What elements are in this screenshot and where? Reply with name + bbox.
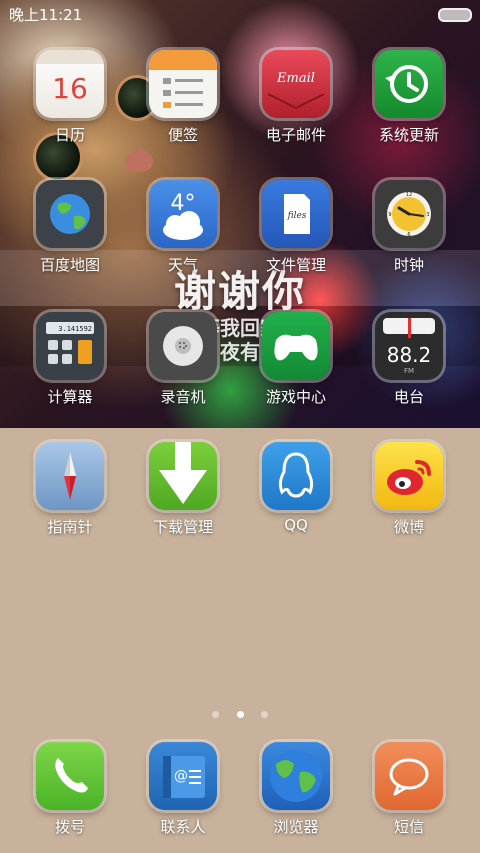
svg-text:6: 6 [407, 232, 410, 238]
weather-icon: 4° [149, 180, 217, 248]
page-dot-2[interactable] [236, 711, 244, 718]
app-game-center[interactable]: 游戏中心 [241, 312, 351, 407]
app-label: 下载管理 [152, 518, 213, 536]
app-label: QQ [284, 516, 308, 534]
contacts-icon: @ [149, 742, 217, 810]
app-label: 指南针 [47, 518, 93, 536]
dock-browser[interactable]: 浏览器 [241, 742, 351, 837]
app-label: 拨号 [54, 818, 85, 836]
app-label: 游戏中心 [265, 388, 326, 406]
calculator-icon: 3.141592 [36, 312, 104, 380]
radio-band: FM [404, 367, 414, 375]
cat-nose [125, 150, 153, 172]
calculator-display: 3.141592 [58, 325, 92, 333]
app-label: 浏览器 [273, 818, 319, 836]
download-icon [149, 442, 217, 510]
app-calendar[interactable]: 16 日历 [15, 50, 125, 145]
app-baidu-map[interactable]: 百度地图 [15, 180, 125, 275]
svg-text:9: 9 [388, 212, 391, 218]
app-label: 短信 [393, 818, 424, 836]
globe-icon [36, 180, 104, 248]
app-label: 时钟 [393, 256, 424, 274]
app-label: 录音机 [160, 388, 206, 406]
status-time: 晚上11:21 [9, 6, 83, 24]
dock-contacts[interactable]: @ 联系人 [128, 742, 238, 837]
files-logo-text: files [287, 211, 307, 221]
email-icon: Email [262, 50, 330, 118]
calendar-icon: 16 [36, 50, 104, 118]
app-recorder[interactable]: 录音机 [128, 312, 238, 407]
app-system-update[interactable]: 系统更新 [354, 50, 464, 145]
svg-text:3: 3 [426, 212, 429, 218]
app-label: 百度地图 [39, 256, 100, 274]
app-weibo[interactable]: 微博 [354, 442, 464, 537]
files-icon: files [262, 180, 330, 248]
app-label: 微博 [393, 518, 424, 536]
app-notes[interactable]: 便签 [128, 50, 238, 145]
app-label: 天气 [167, 256, 198, 274]
svg-text:@: @ [174, 768, 188, 784]
qq-penguin-icon [262, 442, 330, 510]
phone-icon [36, 742, 104, 810]
page-dot-1[interactable] [212, 711, 220, 718]
app-compass[interactable]: 指南针 [15, 442, 125, 537]
app-clock[interactable]: 12 3 6 9 时钟 [354, 180, 464, 275]
page-dot-3[interactable] [260, 711, 268, 718]
app-label: 系统更新 [378, 126, 439, 144]
app-label: 日历 [54, 126, 85, 144]
message-bubble-icon [375, 742, 443, 810]
notes-icon [149, 50, 217, 118]
weibo-icon [375, 442, 443, 510]
clock-icon: 12 3 6 9 [375, 180, 443, 248]
app-weather[interactable]: 4° 天气 [128, 180, 238, 275]
update-icon [375, 50, 443, 118]
dock-messages[interactable]: 短信 [354, 742, 464, 837]
svg-text:12: 12 [406, 192, 412, 198]
app-radio[interactable]: 88.2 FM 电台 [354, 312, 464, 407]
email-logo-text: Email [276, 71, 315, 86]
microphone-icon [149, 312, 217, 380]
calendar-date: 16 [52, 72, 88, 105]
app-label: 联系人 [160, 818, 206, 836]
app-qq[interactable]: QQ [241, 442, 351, 534]
page-indicator[interactable] [0, 703, 480, 722]
battery-icon [438, 8, 472, 22]
compass-icon [36, 442, 104, 510]
app-label: 电子邮件 [265, 126, 326, 144]
dock-phone[interactable]: 拨号 [15, 742, 125, 837]
app-label: 计算器 [47, 388, 93, 406]
gamepad-icon [262, 312, 330, 380]
app-calculator[interactable]: 3.141592 计算器 [15, 312, 125, 407]
radio-frequency: 88.2 [387, 343, 432, 367]
app-label: 便签 [167, 126, 198, 144]
app-email[interactable]: Email 电子邮件 [241, 50, 351, 145]
browser-globe-icon [262, 742, 330, 810]
app-label: 文件管理 [265, 256, 326, 274]
radio-icon: 88.2 FM [375, 312, 443, 380]
app-download-manager[interactable]: 下载管理 [128, 442, 238, 537]
status-bar: 晚上11:21 [0, 0, 480, 26]
app-label: 电台 [393, 388, 424, 406]
app-file-manager[interactable]: files 文件管理 [241, 180, 351, 275]
